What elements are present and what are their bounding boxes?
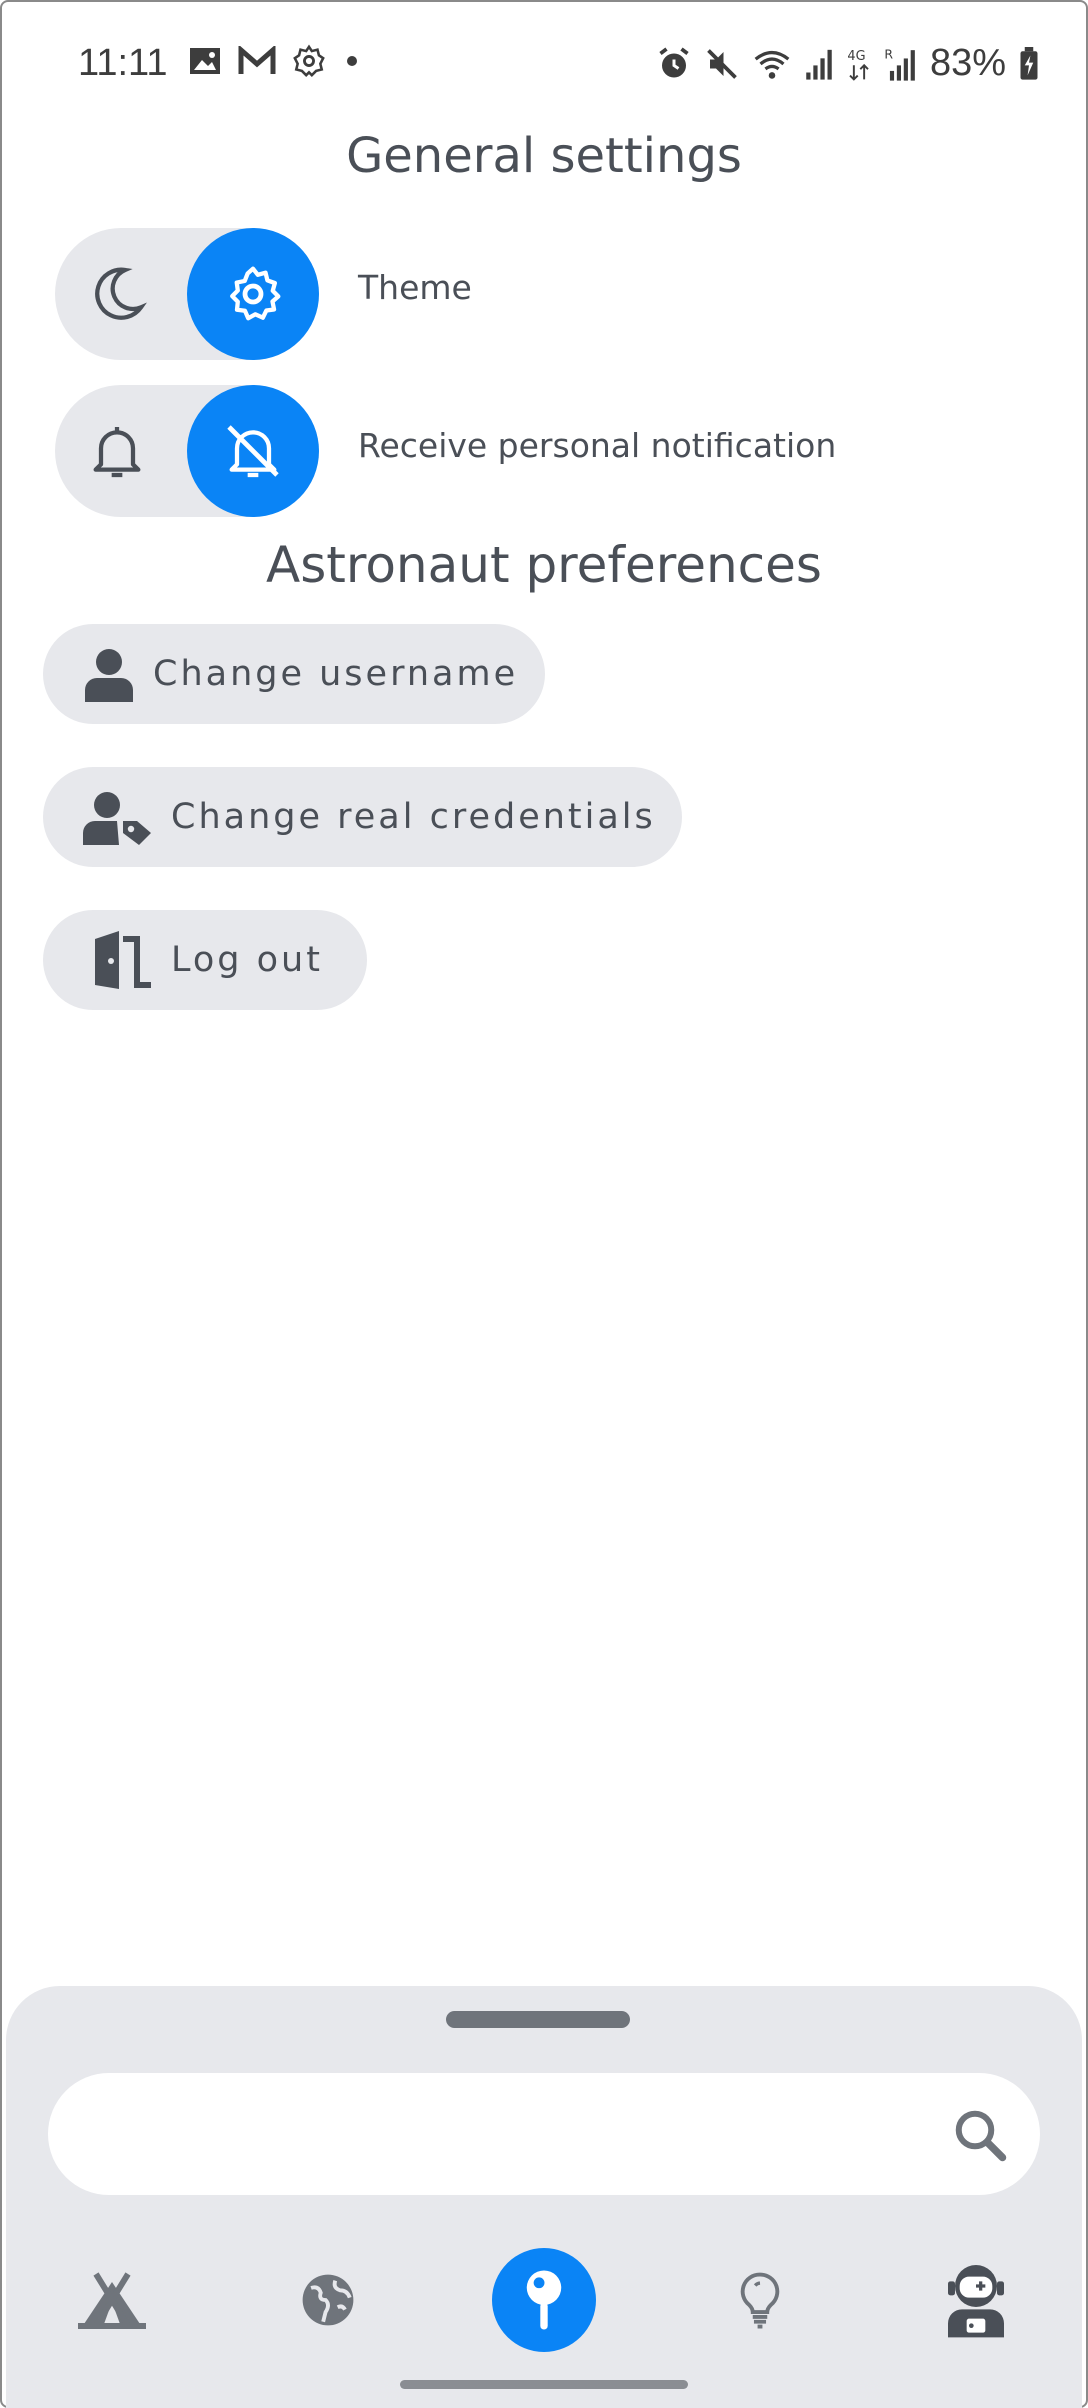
- lightbulb-icon: [740, 2272, 780, 2329]
- theme-toggle-knob[interactable]: [187, 228, 319, 360]
- wifi-icon: [754, 50, 790, 79]
- door-open-icon: [83, 931, 151, 989]
- notification-toggle-knob[interactable]: [187, 385, 319, 517]
- sheet-drag-handle[interactable]: [446, 2011, 630, 2028]
- battery-charging-icon: [1020, 46, 1038, 80]
- camp-icon: [78, 2272, 146, 2329]
- theme-label: Theme: [358, 268, 472, 307]
- astronaut-icon: [948, 2265, 1004, 2338]
- nav-astronaut[interactable]: [924, 2248, 1028, 2352]
- user-icon: [85, 649, 133, 702]
- notification-toggle[interactable]: [55, 385, 319, 517]
- search-input[interactable]: [88, 2103, 952, 2165]
- search-icon[interactable]: [950, 2105, 1010, 2165]
- gallery-icon: [190, 48, 220, 74]
- moon-icon: [95, 267, 147, 320]
- user-tag-icon: [83, 792, 151, 845]
- log-out-label: Log out: [171, 940, 323, 980]
- home-indicator[interactable]: [400, 2380, 688, 2389]
- mute-icon: [707, 48, 737, 79]
- theme-toggle[interactable]: [55, 228, 319, 360]
- status-left-icons: [188, 44, 362, 78]
- astronaut-preferences-title: Astronaut preferences: [266, 536, 822, 594]
- globe-icon: [302, 2274, 354, 2326]
- change-credentials-button[interactable]: Change real credentials: [43, 767, 682, 867]
- roaming-signal-icon: R: [884, 46, 915, 81]
- nav-pin[interactable]: [492, 2248, 596, 2352]
- notification-dot-icon: [347, 56, 357, 66]
- status-time: 11:11: [78, 42, 168, 84]
- bell-off-icon: [227, 425, 279, 478]
- log-out-button[interactable]: Log out: [43, 910, 367, 1010]
- change-username-button[interactable]: Change username: [43, 624, 545, 724]
- general-settings-title: General settings: [346, 128, 742, 184]
- change-username-label: Change username: [153, 654, 519, 694]
- nav-camp[interactable]: [60, 2248, 164, 2352]
- search-bar[interactable]: [48, 2073, 1040, 2195]
- settings-gear-icon: [293, 44, 325, 77]
- notification-label: Receive personal notification: [358, 426, 837, 465]
- gmail-icon: [238, 46, 276, 74]
- svg-text:4G: 4G: [847, 49, 865, 64]
- status-bar: 11:11 4G R 83%: [0, 0, 1088, 130]
- svg-text:R: R: [884, 46, 893, 61]
- alarm-icon: [659, 47, 689, 77]
- battery-percent: 83%: [929, 42, 1006, 84]
- 4g-icon: 4G: [847, 49, 869, 81]
- bell-icon: [93, 427, 141, 478]
- status-right-icons: 4G R 83%: [656, 42, 1040, 85]
- change-credentials-label: Change real credentials: [171, 797, 656, 837]
- nav-lightbulb[interactable]: [708, 2248, 812, 2352]
- gear-icon: [230, 266, 281, 321]
- signal-icon: [806, 49, 832, 80]
- nav-globe[interactable]: [276, 2248, 380, 2352]
- pin-icon: [526, 2270, 562, 2330]
